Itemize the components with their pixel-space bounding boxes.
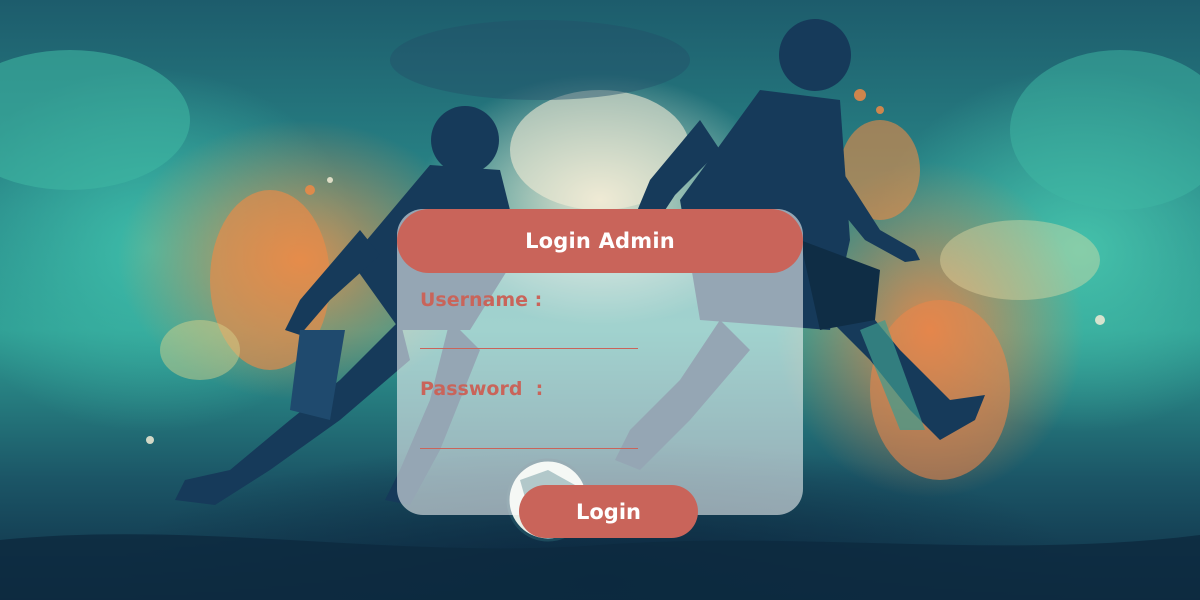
login-page: Login Admin Username : Password : Login [0,0,1200,600]
login-button[interactable]: Login [519,485,698,538]
login-title: Login Admin [397,209,803,273]
ground-shadow [0,534,1200,600]
username-input[interactable] [420,320,638,349]
password-input[interactable] [420,420,638,449]
username-label: Username : [420,289,543,311]
password-label: Password : [420,378,544,400]
